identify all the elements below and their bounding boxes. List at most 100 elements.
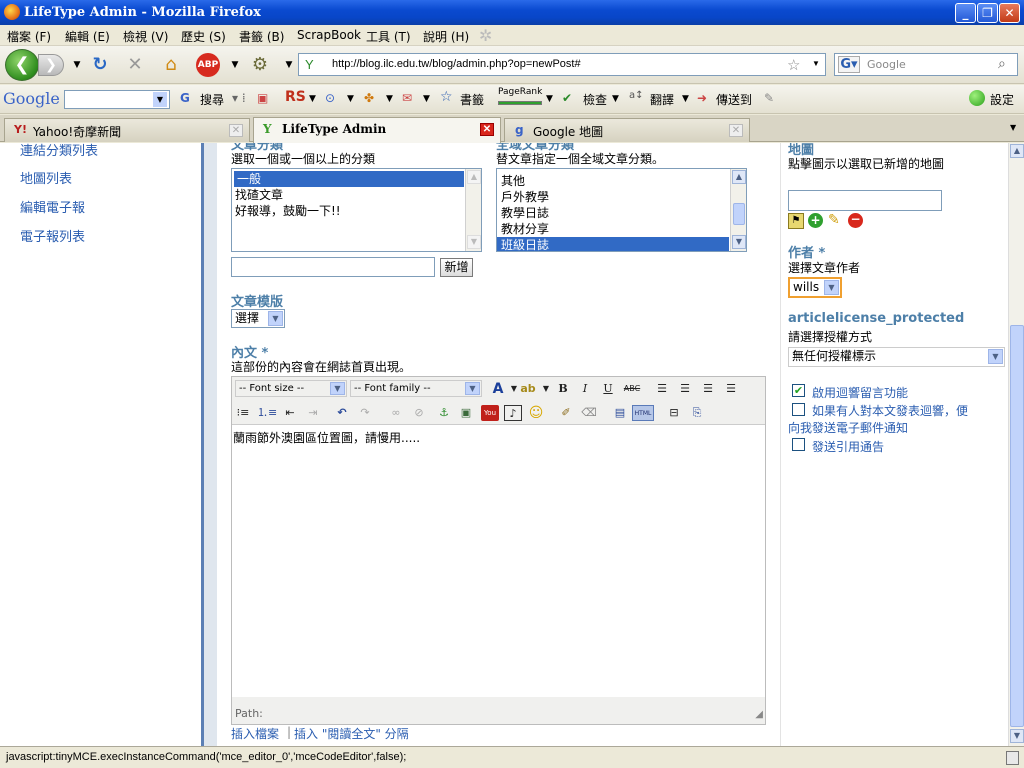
search-bar[interactable]: G▾ Google ⌕ (834, 53, 1018, 76)
google-search-menu-icon[interactable]: ▾ ⁞ (232, 91, 246, 105)
stop-icon[interactable]: ✕ (122, 52, 148, 78)
global-categories-list[interactable]: 其他 戶外教學 教學日誌 教材分享 班級日誌 ▲ ▼ (496, 168, 747, 252)
page-scroll-thumb[interactable] (1010, 325, 1024, 727)
pagerank-dropdown-icon[interactable]: ▼ (546, 94, 553, 104)
sidebar-item-link-categories[interactable]: 連結分類列表 (20, 143, 98, 159)
outdent-icon[interactable]: ⇤ (281, 405, 299, 421)
add-map-icon[interactable]: + (808, 213, 823, 228)
category-option[interactable]: 找碴文章 (232, 187, 481, 203)
map-input[interactable] (788, 190, 942, 211)
font-size-select[interactable]: -- Font size -- ▼ (235, 380, 347, 397)
category-option[interactable]: 好報導，鼓勵一下!! (232, 203, 481, 219)
undo-icon[interactable]: ↶ (333, 405, 351, 421)
map-icon[interactable]: ⚑ (788, 213, 804, 229)
highlight-color-icon[interactable]: ab (519, 381, 537, 397)
tab-list-icon[interactable]: ▼ (1010, 123, 1016, 132)
gadget-dropdown-icon[interactable]: ▼ (386, 94, 393, 104)
close-window-button[interactable]: ✕ (999, 3, 1020, 23)
translate-button[interactable]: 翻譯 (650, 91, 674, 108)
editor-content[interactable]: 蘭雨節外澳園區位置圖，請慢用..... (232, 425, 765, 697)
google-search-button[interactable]: 搜尋 (200, 91, 224, 108)
paste-icon[interactable]: ⎘ (688, 405, 706, 421)
fullscreen-icon[interactable]: ▤ (611, 405, 629, 421)
insert-more-link[interactable]: 插入 "閱讀全文" 分隔 (294, 725, 409, 742)
bookmark-star-icon[interactable]: ☆ (440, 89, 453, 105)
addon-icon[interactable]: ⚙ (247, 52, 273, 78)
global-category-option[interactable]: 教材分享 (497, 221, 746, 237)
settings-button[interactable]: 設定 (990, 91, 1014, 108)
forward-button[interactable]: ❯ (38, 54, 64, 76)
highlight-dropdown-icon[interactable]: ▼ (537, 381, 555, 397)
bookmark-star-icon[interactable]: ☆ (787, 56, 800, 74)
option-checkbox-trackback[interactable] (792, 438, 805, 451)
sidebar-item-edit-newsletter[interactable]: 編輯電子報 (20, 197, 85, 216)
send-to-button[interactable]: 傳送到 (716, 91, 752, 108)
image-icon[interactable]: ▣ (457, 405, 475, 421)
global-category-option[interactable]: 教學日誌 (497, 205, 746, 221)
spellcheck-icon[interactable]: ✔ (562, 91, 572, 105)
check-button[interactable]: 檢查 (583, 91, 607, 108)
global-categories-scrollbar[interactable]: ▲ ▼ (730, 169, 746, 251)
tab-close-icon[interactable]: ✕ (729, 124, 743, 137)
menu-scrapbook[interactable]: ScrapBook (297, 28, 361, 42)
check-dropdown-icon[interactable]: ▼ (612, 94, 619, 104)
author-select[interactable]: wills ▼ (788, 277, 842, 298)
youtube-icon[interactable]: You (481, 405, 499, 421)
new-category-input[interactable] (231, 257, 435, 277)
strikethrough-icon[interactable]: ABC (623, 381, 641, 397)
rss-button[interactable]: RS (285, 89, 306, 105)
gmail-dropdown-icon[interactable]: ▼ (423, 94, 430, 104)
align-right-icon[interactable]: ☰ (699, 381, 717, 397)
eraser-icon[interactable]: ⌫ (580, 405, 598, 421)
italic-icon[interactable]: I (576, 381, 594, 397)
menu-edit[interactable]: 編輯 (E) (65, 28, 110, 45)
url-dropdown-icon[interactable]: ▼ (812, 59, 820, 68)
google-bookmarks-button[interactable]: 書籤 (460, 91, 484, 108)
translate-icon[interactable]: a↕ (629, 90, 644, 101)
emoticon-icon[interactable]: ☺ (527, 405, 545, 421)
template-select[interactable]: 選擇 ▼ (231, 309, 285, 328)
bullet-list-icon[interactable]: ⁝≡ (234, 405, 252, 421)
popup-blocker-icon[interactable]: ▣ (257, 91, 268, 105)
google-search-input[interactable]: ▼ (64, 90, 170, 109)
search-go-icon[interactable]: ⌕ (998, 56, 1006, 72)
global-category-option[interactable]: 其他 (497, 173, 746, 189)
reload-icon[interactable]: ↻ (87, 52, 113, 78)
page-break-icon[interactable]: ⊟ (665, 405, 683, 421)
remove-map-icon[interactable]: − (848, 213, 863, 228)
align-justify-icon[interactable]: ☰ (722, 381, 740, 397)
tab-yahoo[interactable]: Y! Yahoo!奇摩新聞 ✕ (4, 118, 250, 142)
menu-view[interactable]: 檢視 (V) (123, 28, 168, 45)
numbered-list-icon[interactable]: ⒈≡ (257, 405, 277, 421)
adblock-dropdown-icon[interactable]: ▼ (222, 52, 248, 78)
underline-icon[interactable]: U (599, 381, 617, 397)
rss-dropdown-icon[interactable]: ▼ (309, 94, 316, 104)
back-button[interactable]: ❮ (5, 49, 39, 81)
menu-file[interactable]: 檔案 (F) (7, 28, 51, 45)
option-label-trackback[interactable]: 發送引用通告 (812, 438, 884, 455)
redo-icon[interactable]: ↷ (356, 405, 374, 421)
media-icon[interactable]: ♪ (504, 405, 522, 421)
menu-help[interactable]: 說明 (H) (423, 28, 469, 45)
option-checkbox-comments[interactable]: ✔ (792, 384, 805, 397)
option-label-email-notify[interactable]: 如果有人對本文發表迴響，便向我發送電子郵件通知 (788, 403, 968, 437)
pencil-icon[interactable]: ✎ (764, 91, 774, 105)
translate-dropdown-icon[interactable]: ▼ (682, 94, 689, 104)
tab-close-icon[interactable]: ✕ (229, 124, 243, 137)
global-category-option[interactable]: 戶外教學 (497, 189, 746, 205)
category-option[interactable]: 一般 (234, 171, 464, 187)
scroll-thumb[interactable] (733, 203, 745, 225)
font-family-select[interactable]: -- Font family -- ▼ (350, 380, 482, 397)
clean-format-icon[interactable]: ✐ (557, 405, 575, 421)
tab-close-icon[interactable]: ✕ (480, 123, 494, 136)
send-icon[interactable]: ➜ (697, 91, 707, 105)
edit-map-icon[interactable]: ✎ (828, 212, 840, 228)
menu-bookmarks[interactable]: 書籤 (B) (239, 28, 284, 45)
categories-scrollbar[interactable]: ▲ ▼ (465, 169, 481, 251)
align-center-icon[interactable]: ☰ (676, 381, 694, 397)
share-dropdown-icon[interactable]: ▼ (347, 94, 354, 104)
maximize-button[interactable]: ❐ (977, 3, 998, 23)
share-icon[interactable]: ⊙ (325, 91, 335, 105)
anchor-icon[interactable]: ⚓ (435, 405, 453, 421)
option-label-comments[interactable]: 啟用迴響留言功能 (812, 384, 908, 401)
